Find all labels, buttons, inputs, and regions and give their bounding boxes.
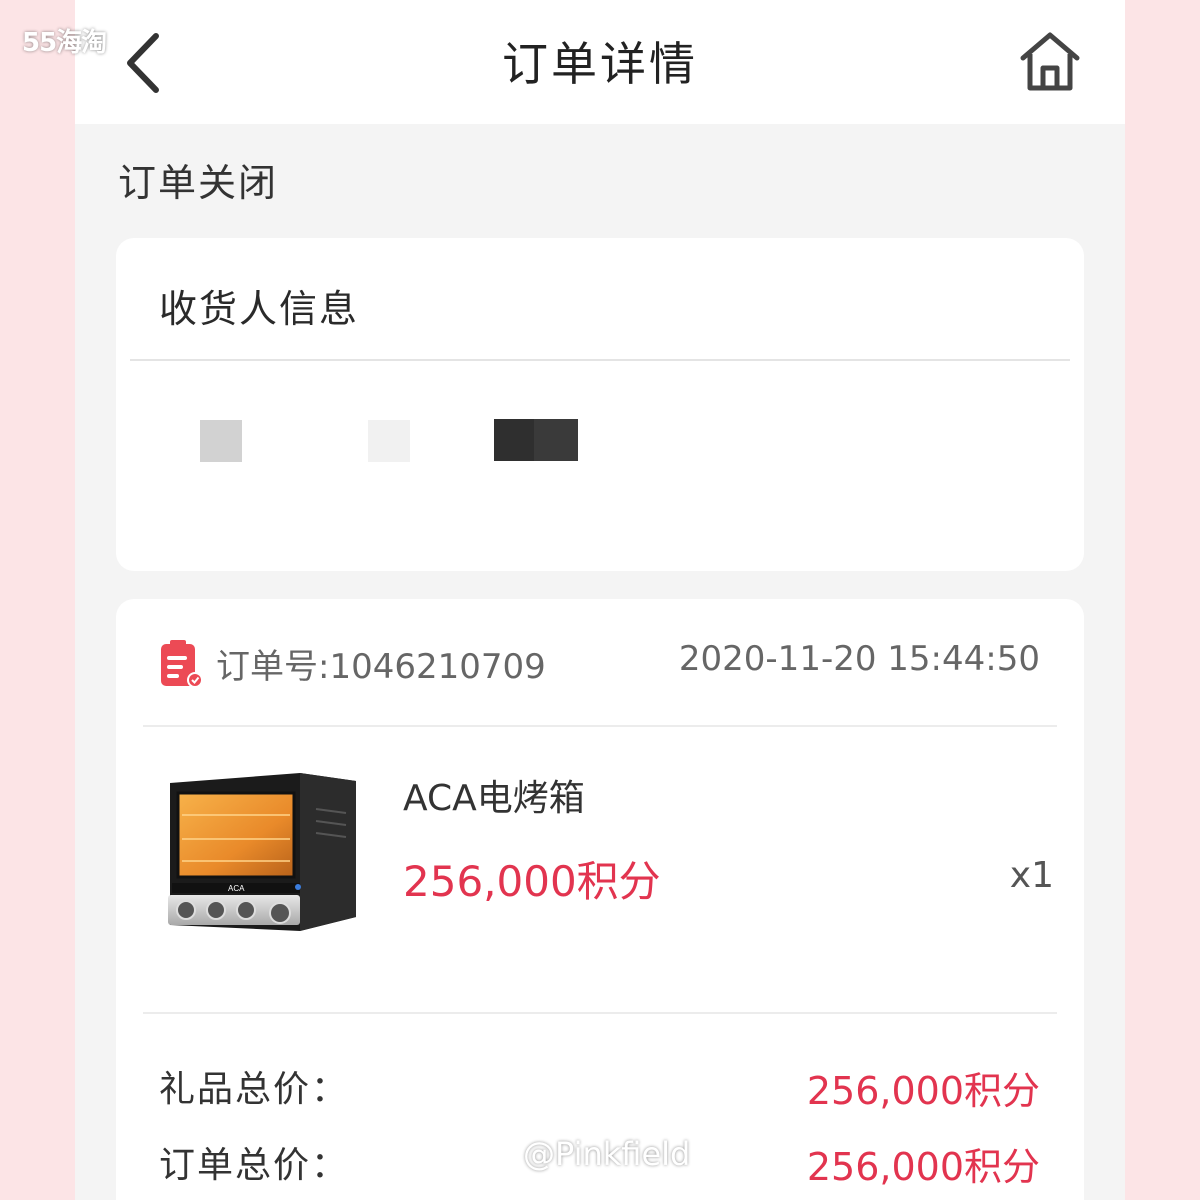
left-pink-margin [0,0,75,1200]
order-timestamp: 2020-11-20 15:44:50 [678,639,1040,679]
oven-product-image[interactable]: ACA [160,769,360,949]
order-header: 订单号:1046210709 2020-11-20 15:44:50 [116,637,1084,688]
navigation-bar: 订单详情 [75,0,1125,124]
product-name[interactable]: ACA电烤箱 [403,769,585,821]
product-brand-mark: ACA [228,884,245,893]
order-status: 订单关闭 [118,161,279,205]
divider [130,359,1070,361]
recipient-title: 收货人信息 [159,287,360,331]
app-screen: 订单详情 订单关闭 收货人信息 订单号:1046210709 2020-11-2… [75,0,1125,1200]
gift-total-value: 256,000积分 [806,1069,1040,1113]
divider [143,725,1057,727]
product-quantity: x1 [1009,855,1054,896]
divider [143,1012,1057,1014]
order-number: 订单号:1046210709 [216,647,546,687]
author-watermark: @Pinkfield [523,1135,691,1173]
watermark-logo: 55海淘 [22,28,107,58]
redacted-block [494,419,578,461]
home-button[interactable] [1019,30,1081,92]
order-card: 订单号:1046210709 2020-11-20 15:44:50 ACA A… [116,599,1084,1200]
gift-total-label: 礼品总价： [159,1069,350,1110]
redacted-block [368,420,410,462]
right-pink-margin [1125,0,1200,1200]
order-clipboard-icon [161,640,203,688]
page-title: 订单详情 [502,37,698,91]
redacted-block [200,420,242,462]
product-price: 256,000积分 [403,857,661,906]
home-icon [1020,32,1080,91]
order-total-value: 256,000积分 [806,1145,1040,1189]
recipient-card: 收货人信息 [116,238,1084,571]
order-total-label: 订单总价： [159,1145,350,1186]
